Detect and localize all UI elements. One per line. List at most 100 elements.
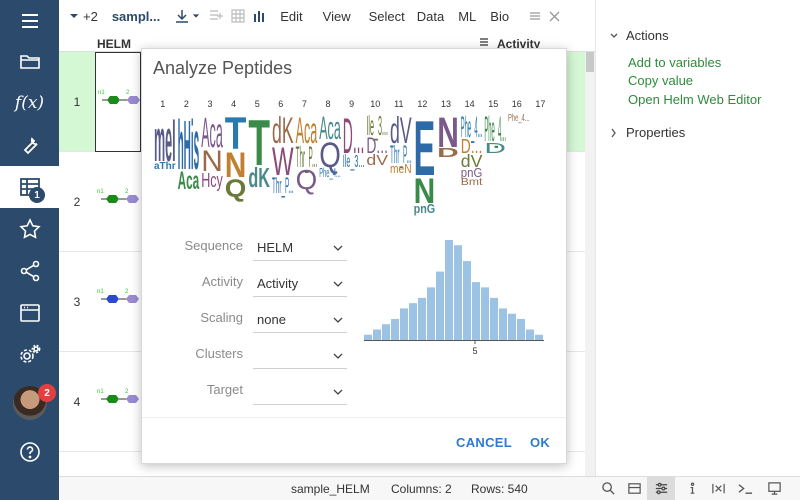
scrollbar-thumb[interactable]	[586, 52, 594, 72]
tables-icon[interactable]: 1	[0, 166, 59, 208]
properties-section[interactable]: Properties	[610, 125, 685, 140]
helm-cell[interactable]: n1 2	[95, 152, 141, 252]
svg-text:2: 2	[125, 389, 129, 395]
chevron-down-icon	[333, 317, 343, 323]
logo-residue: meN	[390, 162, 412, 176]
menu-select[interactable]: Select	[363, 9, 411, 24]
logo-position-label: 16	[512, 99, 522, 109]
actions-section[interactable]: Actions	[610, 28, 669, 43]
tables-badge: 1	[29, 187, 45, 203]
logo-position-label: 13	[441, 99, 451, 109]
histogram-bar[interactable]	[391, 318, 399, 340]
copy-value-link[interactable]: Copy value	[628, 73, 693, 88]
download-icon[interactable]	[174, 8, 200, 24]
status-columns: Columns: 2	[391, 481, 452, 496]
chevron-down-icon	[333, 245, 343, 251]
layout-icon[interactable]	[627, 481, 642, 499]
search-icon[interactable]	[601, 481, 616, 499]
drag-handle-icon[interactable]	[529, 10, 541, 22]
histogram-bar[interactable]	[454, 245, 462, 340]
helm-cell[interactable]: n1 2	[95, 52, 141, 152]
chevron-down-icon[interactable]	[69, 11, 79, 21]
column-header-helm[interactable]: HELM	[97, 37, 131, 51]
sequence-select[interactable]: HELM	[253, 235, 347, 261]
histogram-bar[interactable]	[463, 261, 471, 340]
logo-residue: Phe_4...	[508, 113, 530, 124]
logo-residue: D	[484, 140, 506, 157]
properties-label: Properties	[626, 125, 686, 140]
field-label-scaling: Scaling	[200, 310, 243, 325]
scaling-select[interactable]: none	[253, 307, 347, 333]
menu-view[interactable]: View	[317, 9, 357, 24]
histogram-bar[interactable]	[472, 282, 480, 340]
info-icon[interactable]	[685, 481, 700, 499]
target-select[interactable]	[253, 379, 347, 405]
dialog-title: Analyze Peptides	[153, 58, 293, 78]
helm-cell[interactable]: n1 2	[95, 352, 141, 452]
histogram-bar[interactable]	[499, 308, 507, 340]
share-icon[interactable]	[0, 250, 59, 292]
user-avatar[interactable]: 2	[0, 380, 59, 426]
ok-button[interactable]: OK	[530, 435, 550, 450]
status-table-name[interactable]: sample_HELM	[291, 482, 370, 496]
settings-gears-icon[interactable]	[0, 334, 59, 376]
help-icon[interactable]	[0, 431, 59, 473]
svg-text:2: 2	[125, 189, 129, 195]
variables-icon[interactable]	[711, 481, 726, 499]
activity-histogram[interactable]: 5	[360, 235, 552, 359]
top-toolbar: +2 sampl... Edit View Select Data ML Bio	[59, 0, 595, 32]
vertical-scrollbar[interactable]	[585, 52, 595, 476]
histogram-bar[interactable]	[427, 287, 435, 340]
star-icon[interactable]	[0, 208, 59, 250]
properties-toggle-icon[interactable]	[647, 477, 675, 500]
field-label-activity: Activity	[201, 274, 243, 289]
histogram-bar[interactable]	[445, 240, 453, 340]
scaling-value: none	[257, 312, 286, 327]
histogram-bar[interactable]	[364, 334, 372, 340]
app-sidebar: f(x) 1 2	[0, 0, 59, 500]
histogram-bar[interactable]	[517, 318, 525, 340]
histogram-bar[interactable]	[418, 297, 426, 340]
other-tables-count[interactable]: +2	[83, 9, 98, 24]
histogram-bar[interactable]	[409, 303, 417, 340]
wrench-icon[interactable]	[0, 124, 59, 166]
add-to-variables-link[interactable]: Add to variables	[628, 55, 721, 70]
row-number: 1	[73, 94, 81, 109]
open-helm-editor-link[interactable]: Open Helm Web Editor	[628, 92, 761, 107]
folder-icon[interactable]	[0, 40, 59, 82]
hamburger-menu-icon[interactable]	[0, 0, 59, 42]
clusters-select[interactable]	[253, 343, 347, 369]
sequence-value: HELM	[257, 240, 294, 255]
histogram-bar[interactable]	[400, 308, 408, 340]
console-icon[interactable]	[737, 481, 754, 499]
add-column-icon[interactable]	[208, 8, 224, 24]
bar-chart-icon[interactable]	[252, 8, 268, 24]
window-icon[interactable]	[0, 292, 59, 334]
histogram-bar[interactable]	[436, 271, 444, 340]
histogram-bar[interactable]	[382, 324, 390, 340]
table-view-icon[interactable]	[230, 8, 246, 24]
histogram-bar[interactable]	[490, 297, 498, 340]
histogram-bar[interactable]	[481, 287, 489, 340]
logo-residue: aThr	[154, 161, 176, 172]
activity-select[interactable]: Activity	[253, 271, 347, 297]
histogram-bar[interactable]	[373, 329, 381, 340]
notification-badge: 2	[38, 384, 56, 402]
presentation-icon[interactable]	[767, 481, 782, 499]
logo-position-label: 8	[325, 99, 330, 109]
menu-ml[interactable]: ML	[452, 9, 482, 24]
menu-data[interactable]: Data	[411, 9, 450, 24]
logo-position-label: 6	[278, 99, 283, 109]
table-name[interactable]: sampl...	[112, 9, 160, 24]
cancel-button[interactable]: CANCEL	[456, 435, 512, 450]
logo-position-label: 7	[302, 99, 307, 109]
function-icon[interactable]: f(x)	[0, 82, 59, 124]
logo-residue: dK	[248, 162, 270, 193]
histogram-bar[interactable]	[508, 313, 516, 340]
histogram-bar[interactable]	[526, 329, 534, 340]
histogram-bar[interactable]	[535, 334, 543, 340]
close-icon[interactable]	[549, 11, 560, 22]
menu-edit[interactable]: Edit	[274, 9, 308, 24]
menu-bio[interactable]: Bio	[484, 9, 515, 24]
helm-cell[interactable]: n1 2	[95, 252, 141, 352]
